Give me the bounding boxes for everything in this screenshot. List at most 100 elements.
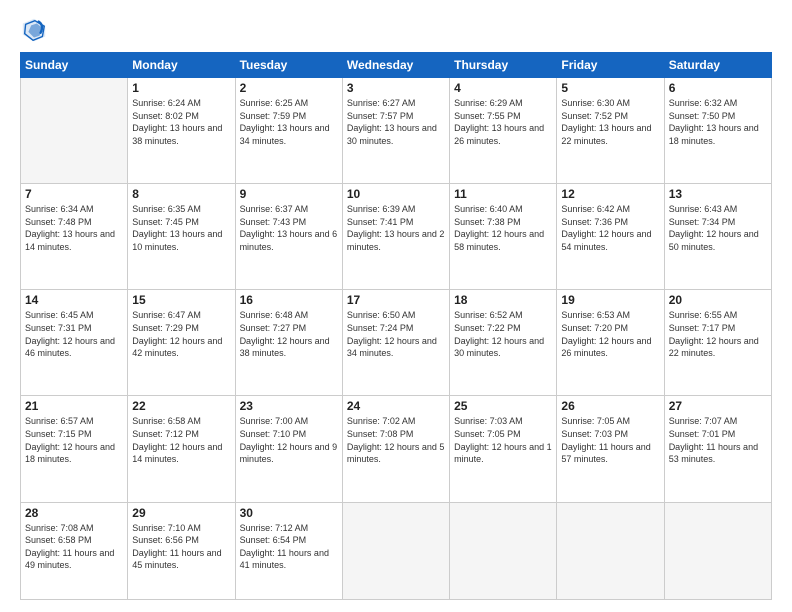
day-info: Sunrise: 7:05 AMSunset: 7:03 PMDaylight:… xyxy=(561,415,659,465)
calendar-week-row: 1 Sunrise: 6:24 AMSunset: 8:02 PMDaylight… xyxy=(21,78,772,184)
day-info: Sunrise: 6:57 AMSunset: 7:15 PMDaylight:… xyxy=(25,415,123,465)
day-number: 4 xyxy=(454,81,552,95)
calendar-day-cell: 25 Sunrise: 7:03 AMSunset: 7:05 PMDayligh… xyxy=(450,396,557,502)
day-number: 29 xyxy=(132,506,230,520)
day-info: Sunrise: 6:40 AMSunset: 7:38 PMDaylight:… xyxy=(454,203,552,253)
calendar-day-cell: 13 Sunrise: 6:43 AMSunset: 7:34 PMDayligh… xyxy=(664,184,771,290)
calendar-day-cell: 14 Sunrise: 6:45 AMSunset: 7:31 PMDayligh… xyxy=(21,290,128,396)
calendar-day-cell xyxy=(557,502,664,599)
calendar-day-cell xyxy=(21,78,128,184)
day-info: Sunrise: 6:58 AMSunset: 7:12 PMDaylight:… xyxy=(132,415,230,465)
day-info: Sunrise: 6:55 AMSunset: 7:17 PMDaylight:… xyxy=(669,309,767,359)
calendar-day-cell xyxy=(342,502,449,599)
weekday-header: Friday xyxy=(557,53,664,78)
calendar-day-cell: 11 Sunrise: 6:40 AMSunset: 7:38 PMDayligh… xyxy=(450,184,557,290)
day-number: 5 xyxy=(561,81,659,95)
day-info: Sunrise: 6:37 AMSunset: 7:43 PMDaylight:… xyxy=(240,203,338,253)
weekday-header-row: SundayMondayTuesdayWednesdayThursdayFrid… xyxy=(21,53,772,78)
day-number: 15 xyxy=(132,293,230,307)
calendar-week-row: 21 Sunrise: 6:57 AMSunset: 7:15 PMDayligh… xyxy=(21,396,772,502)
day-info: Sunrise: 7:03 AMSunset: 7:05 PMDaylight:… xyxy=(454,415,552,465)
weekday-header: Sunday xyxy=(21,53,128,78)
logo-icon xyxy=(20,16,48,44)
day-number: 21 xyxy=(25,399,123,413)
calendar-day-cell: 27 Sunrise: 7:07 AMSunset: 7:01 PMDayligh… xyxy=(664,396,771,502)
day-number: 22 xyxy=(132,399,230,413)
day-number: 8 xyxy=(132,187,230,201)
day-info: Sunrise: 7:10 AMSunset: 6:56 PMDaylight:… xyxy=(132,522,230,572)
calendar-week-row: 7 Sunrise: 6:34 AMSunset: 7:48 PMDaylight… xyxy=(21,184,772,290)
day-number: 27 xyxy=(669,399,767,413)
day-number: 17 xyxy=(347,293,445,307)
day-info: Sunrise: 6:27 AMSunset: 7:57 PMDaylight:… xyxy=(347,97,445,147)
calendar-day-cell: 12 Sunrise: 6:42 AMSunset: 7:36 PMDayligh… xyxy=(557,184,664,290)
day-number: 19 xyxy=(561,293,659,307)
day-info: Sunrise: 7:02 AMSunset: 7:08 PMDaylight:… xyxy=(347,415,445,465)
weekday-header: Wednesday xyxy=(342,53,449,78)
calendar-day-cell: 20 Sunrise: 6:55 AMSunset: 7:17 PMDayligh… xyxy=(664,290,771,396)
day-number: 30 xyxy=(240,506,338,520)
day-number: 12 xyxy=(561,187,659,201)
day-info: Sunrise: 7:12 AMSunset: 6:54 PMDaylight:… xyxy=(240,522,338,572)
day-info: Sunrise: 6:47 AMSunset: 7:29 PMDaylight:… xyxy=(132,309,230,359)
weekday-header: Monday xyxy=(128,53,235,78)
calendar-day-cell: 29 Sunrise: 7:10 AMSunset: 6:56 PMDayligh… xyxy=(128,502,235,599)
day-number: 14 xyxy=(25,293,123,307)
day-info: Sunrise: 6:50 AMSunset: 7:24 PMDaylight:… xyxy=(347,309,445,359)
day-number: 13 xyxy=(669,187,767,201)
calendar-day-cell: 1 Sunrise: 6:24 AMSunset: 8:02 PMDaylight… xyxy=(128,78,235,184)
page: SundayMondayTuesdayWednesdayThursdayFrid… xyxy=(0,0,792,612)
day-number: 25 xyxy=(454,399,552,413)
day-number: 28 xyxy=(25,506,123,520)
day-number: 7 xyxy=(25,187,123,201)
calendar-day-cell: 4 Sunrise: 6:29 AMSunset: 7:55 PMDaylight… xyxy=(450,78,557,184)
day-info: Sunrise: 6:53 AMSunset: 7:20 PMDaylight:… xyxy=(561,309,659,359)
weekday-header: Tuesday xyxy=(235,53,342,78)
day-number: 20 xyxy=(669,293,767,307)
day-info: Sunrise: 6:30 AMSunset: 7:52 PMDaylight:… xyxy=(561,97,659,147)
day-info: Sunrise: 7:08 AMSunset: 6:58 PMDaylight:… xyxy=(25,522,123,572)
day-info: Sunrise: 6:48 AMSunset: 7:27 PMDaylight:… xyxy=(240,309,338,359)
calendar-day-cell: 16 Sunrise: 6:48 AMSunset: 7:27 PMDayligh… xyxy=(235,290,342,396)
day-info: Sunrise: 6:45 AMSunset: 7:31 PMDaylight:… xyxy=(25,309,123,359)
calendar-day-cell: 5 Sunrise: 6:30 AMSunset: 7:52 PMDaylight… xyxy=(557,78,664,184)
day-number: 11 xyxy=(454,187,552,201)
calendar-day-cell: 17 Sunrise: 6:50 AMSunset: 7:24 PMDayligh… xyxy=(342,290,449,396)
day-info: Sunrise: 6:25 AMSunset: 7:59 PMDaylight:… xyxy=(240,97,338,147)
calendar-day-cell: 19 Sunrise: 6:53 AMSunset: 7:20 PMDayligh… xyxy=(557,290,664,396)
day-number: 6 xyxy=(669,81,767,95)
calendar-day-cell: 26 Sunrise: 7:05 AMSunset: 7:03 PMDayligh… xyxy=(557,396,664,502)
calendar-day-cell: 7 Sunrise: 6:34 AMSunset: 7:48 PMDaylight… xyxy=(21,184,128,290)
calendar-week-row: 28 Sunrise: 7:08 AMSunset: 6:58 PMDayligh… xyxy=(21,502,772,599)
day-number: 18 xyxy=(454,293,552,307)
calendar-day-cell xyxy=(664,502,771,599)
calendar-day-cell: 18 Sunrise: 6:52 AMSunset: 7:22 PMDayligh… xyxy=(450,290,557,396)
calendar-day-cell: 15 Sunrise: 6:47 AMSunset: 7:29 PMDayligh… xyxy=(128,290,235,396)
day-number: 16 xyxy=(240,293,338,307)
day-info: Sunrise: 6:35 AMSunset: 7:45 PMDaylight:… xyxy=(132,203,230,253)
day-info: Sunrise: 6:42 AMSunset: 7:36 PMDaylight:… xyxy=(561,203,659,253)
day-info: Sunrise: 7:07 AMSunset: 7:01 PMDaylight:… xyxy=(669,415,767,465)
day-number: 9 xyxy=(240,187,338,201)
calendar-day-cell: 22 Sunrise: 6:58 AMSunset: 7:12 PMDayligh… xyxy=(128,396,235,502)
day-number: 10 xyxy=(347,187,445,201)
calendar-day-cell: 21 Sunrise: 6:57 AMSunset: 7:15 PMDayligh… xyxy=(21,396,128,502)
day-info: Sunrise: 6:43 AMSunset: 7:34 PMDaylight:… xyxy=(669,203,767,253)
calendar-day-cell: 8 Sunrise: 6:35 AMSunset: 7:45 PMDaylight… xyxy=(128,184,235,290)
day-number: 3 xyxy=(347,81,445,95)
day-info: Sunrise: 6:34 AMSunset: 7:48 PMDaylight:… xyxy=(25,203,123,253)
day-info: Sunrise: 6:24 AMSunset: 8:02 PMDaylight:… xyxy=(132,97,230,147)
calendar-day-cell: 2Sunrise: 6:25 AMSunset: 7:59 PMDaylight… xyxy=(235,78,342,184)
day-number: 1 xyxy=(132,81,230,95)
weekday-header: Saturday xyxy=(664,53,771,78)
day-info: Sunrise: 7:00 AMSunset: 7:10 PMDaylight:… xyxy=(240,415,338,465)
calendar-day-cell: 10Sunrise: 6:39 AMSunset: 7:41 PMDayligh… xyxy=(342,184,449,290)
calendar-day-cell: 23Sunrise: 7:00 AMSunset: 7:10 PMDayligh… xyxy=(235,396,342,502)
calendar-table: SundayMondayTuesdayWednesdayThursdayFrid… xyxy=(20,52,772,600)
calendar-day-cell: 9 Sunrise: 6:37 AMSunset: 7:43 PMDaylight… xyxy=(235,184,342,290)
day-number: 26 xyxy=(561,399,659,413)
day-info: Sunrise: 6:52 AMSunset: 7:22 PMDaylight:… xyxy=(454,309,552,359)
day-info: Sunrise: 6:29 AMSunset: 7:55 PMDaylight:… xyxy=(454,97,552,147)
header xyxy=(20,16,772,44)
calendar-day-cell: 24Sunrise: 7:02 AMSunset: 7:08 PMDayligh… xyxy=(342,396,449,502)
